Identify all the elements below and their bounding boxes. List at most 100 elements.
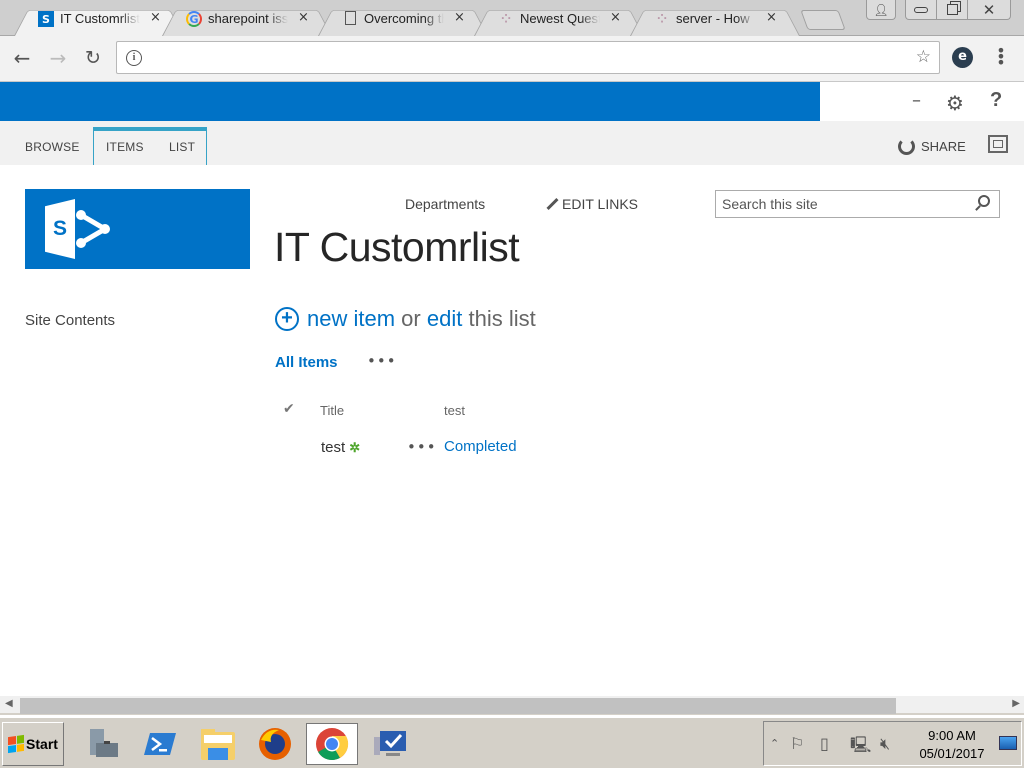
horizontal-scrollbar[interactable]: ◀ ▶ (0, 696, 1024, 715)
tab-title: server - How (676, 11, 750, 26)
page-title: IT Customrlist (274, 224, 520, 270)
new-tab-button[interactable] (800, 10, 846, 30)
top-nav-departments[interactable]: Departments (405, 196, 485, 212)
scroll-right-arrow-icon[interactable]: ▶ (1012, 698, 1020, 709)
address-bar[interactable]: i ☆ (116, 41, 940, 74)
help-icon[interactable]: ? (990, 89, 1002, 112)
tab-newest-questions[interactable]: ⁘ Newest Questions × (474, 4, 644, 36)
view-all-items[interactable]: All Items (275, 354, 338, 371)
profile-button[interactable]: 👤︎ (866, 0, 896, 20)
left-nav-site-contents[interactable]: Site Contents (25, 312, 115, 329)
taskbar-firefox[interactable] (249, 723, 301, 765)
site-logo[interactable]: S (25, 189, 250, 269)
close-icon[interactable]: × (766, 10, 777, 25)
column-header-test[interactable]: test (444, 403, 465, 418)
clock-date: 05/01/2017 (919, 746, 985, 761)
arrow-right-icon: → (49, 46, 67, 70)
close-icon[interactable]: × (298, 10, 309, 25)
taskbar-file-explorer[interactable] (192, 723, 244, 765)
browser-menu-icon[interactable]: • • • (996, 43, 1006, 71)
ribbon-tab-items[interactable]: ITEMS (106, 140, 144, 154)
folder-icon (201, 729, 235, 760)
tab-title: IT Customrlist (60, 11, 140, 26)
clock-time: 9:00 AM (928, 728, 976, 743)
stackexchange-icon: ⁘ (500, 12, 512, 26)
clock[interactable]: 9:00 AM 05/01/2017 (912, 727, 992, 763)
add-icon[interactable]: + (275, 307, 299, 331)
ribbon-tab-list[interactable]: LIST (169, 140, 195, 154)
stackexchange-icon: ⁘ (656, 12, 668, 26)
share-button[interactable]: SHARE (898, 138, 966, 155)
sharepoint-icon: S (38, 11, 54, 27)
minimize-icon (914, 6, 928, 13)
user-menu-icon[interactable]: – (912, 90, 921, 111)
item-title[interactable]: test (321, 439, 345, 456)
new-item-link[interactable]: new item (307, 306, 395, 332)
table-row-title[interactable]: test ✲ (321, 439, 360, 456)
remote-desktop-icon (374, 731, 406, 756)
ribbon-tab-browse[interactable]: BROWSE (25, 140, 80, 154)
extension-icon[interactable]: e (952, 47, 973, 68)
redaction-mark (560, 42, 710, 56)
column-header-title[interactable]: Title (320, 403, 344, 418)
taskbar-powershell[interactable] (134, 723, 186, 765)
network-icon[interactable]: 🖳︎ (850, 734, 871, 761)
sharepoint-logo-icon: S (45, 199, 75, 259)
windows-taskbar: Start ⌃ ⚐ ▯ 🖳︎ 🔇︎ 9:00 AM 05/01/2017 (0, 717, 1024, 768)
person-icon: 👤︎ (873, 2, 889, 17)
taskbar-remote-desktop[interactable] (364, 723, 416, 765)
close-icon[interactable]: × (610, 10, 621, 25)
volume-muted-icon[interactable]: 🔇︎ (880, 734, 890, 754)
tab-it-customrlist[interactable]: S IT Customrlist × (14, 4, 184, 36)
chrome-icon (316, 728, 349, 761)
new-item-icon: ✲ (349, 439, 361, 455)
close-icon[interactable]: × (150, 10, 161, 25)
taskbar-server-manager[interactable] (76, 723, 128, 765)
item-test-value[interactable]: Completed (444, 438, 517, 455)
restore-button[interactable] (936, 0, 968, 20)
item-menu-ellipsis-icon[interactable]: ••• (407, 438, 437, 456)
edit-links-label: EDIT LINKS (562, 196, 638, 212)
forward-button[interactable]: → (46, 46, 70, 70)
select-all-checkmark-icon[interactable]: ✔ (283, 401, 295, 417)
focus-on-content-icon[interactable] (988, 135, 1008, 153)
info-icon: i (126, 50, 142, 66)
power-plug-icon[interactable]: ▯ (820, 734, 829, 753)
scrollbar-thumb[interactable] (20, 698, 896, 714)
ribbon: BROWSE ITEMS LIST (0, 121, 1024, 165)
redaction-mark (280, 46, 400, 58)
show-hidden-icons-chevron-icon[interactable]: ⌃ (770, 737, 779, 750)
action-center-flag-icon[interactable]: ⚐ (790, 734, 804, 753)
start-button[interactable]: Start (2, 722, 64, 766)
tab-title: Newest Questions (520, 11, 600, 26)
scroll-left-arrow-icon[interactable]: ◀ (5, 698, 13, 709)
edit-links-button[interactable]: EDIT LINKS (546, 196, 638, 212)
search-input[interactable] (722, 196, 962, 212)
minimize-button[interactable] (905, 0, 937, 20)
back-button[interactable]: ← (10, 46, 34, 70)
taskbar-chrome[interactable] (306, 723, 358, 765)
tab-overcoming[interactable]: Overcoming the × (318, 4, 488, 36)
tab-sharepoint-issue[interactable]: G sharepoint issue × (162, 4, 332, 36)
close-window-button[interactable]: ✕ (967, 0, 1011, 20)
firefox-icon (259, 728, 291, 760)
bookmark-star-icon[interactable]: ☆ (916, 47, 931, 67)
restore-icon (946, 4, 958, 15)
page-icon (345, 11, 356, 25)
new-item-bar: + new item or edit this list (275, 306, 536, 332)
or-label: or (401, 306, 421, 331)
arrow-left-icon: ← (13, 46, 31, 70)
show-desktop-icon[interactable] (999, 736, 1017, 750)
close-icon[interactable]: × (454, 10, 465, 25)
tab-title: Overcoming the (364, 11, 444, 26)
edit-list-link[interactable]: edit (427, 306, 462, 332)
reload-icon: ↻ (85, 47, 101, 69)
start-label: Start (26, 736, 58, 752)
site-search-box[interactable] (715, 190, 1000, 218)
settings-gear-icon[interactable]: ⚙ (946, 91, 964, 115)
search-icon[interactable] (978, 195, 990, 207)
reload-button[interactable]: ↻ (81, 46, 105, 70)
sharepoint-suite-bar (0, 82, 820, 121)
view-more-ellipsis-icon[interactable]: ••• (367, 352, 397, 370)
tab-server-how[interactable]: ⁘ server - How × (630, 4, 800, 36)
